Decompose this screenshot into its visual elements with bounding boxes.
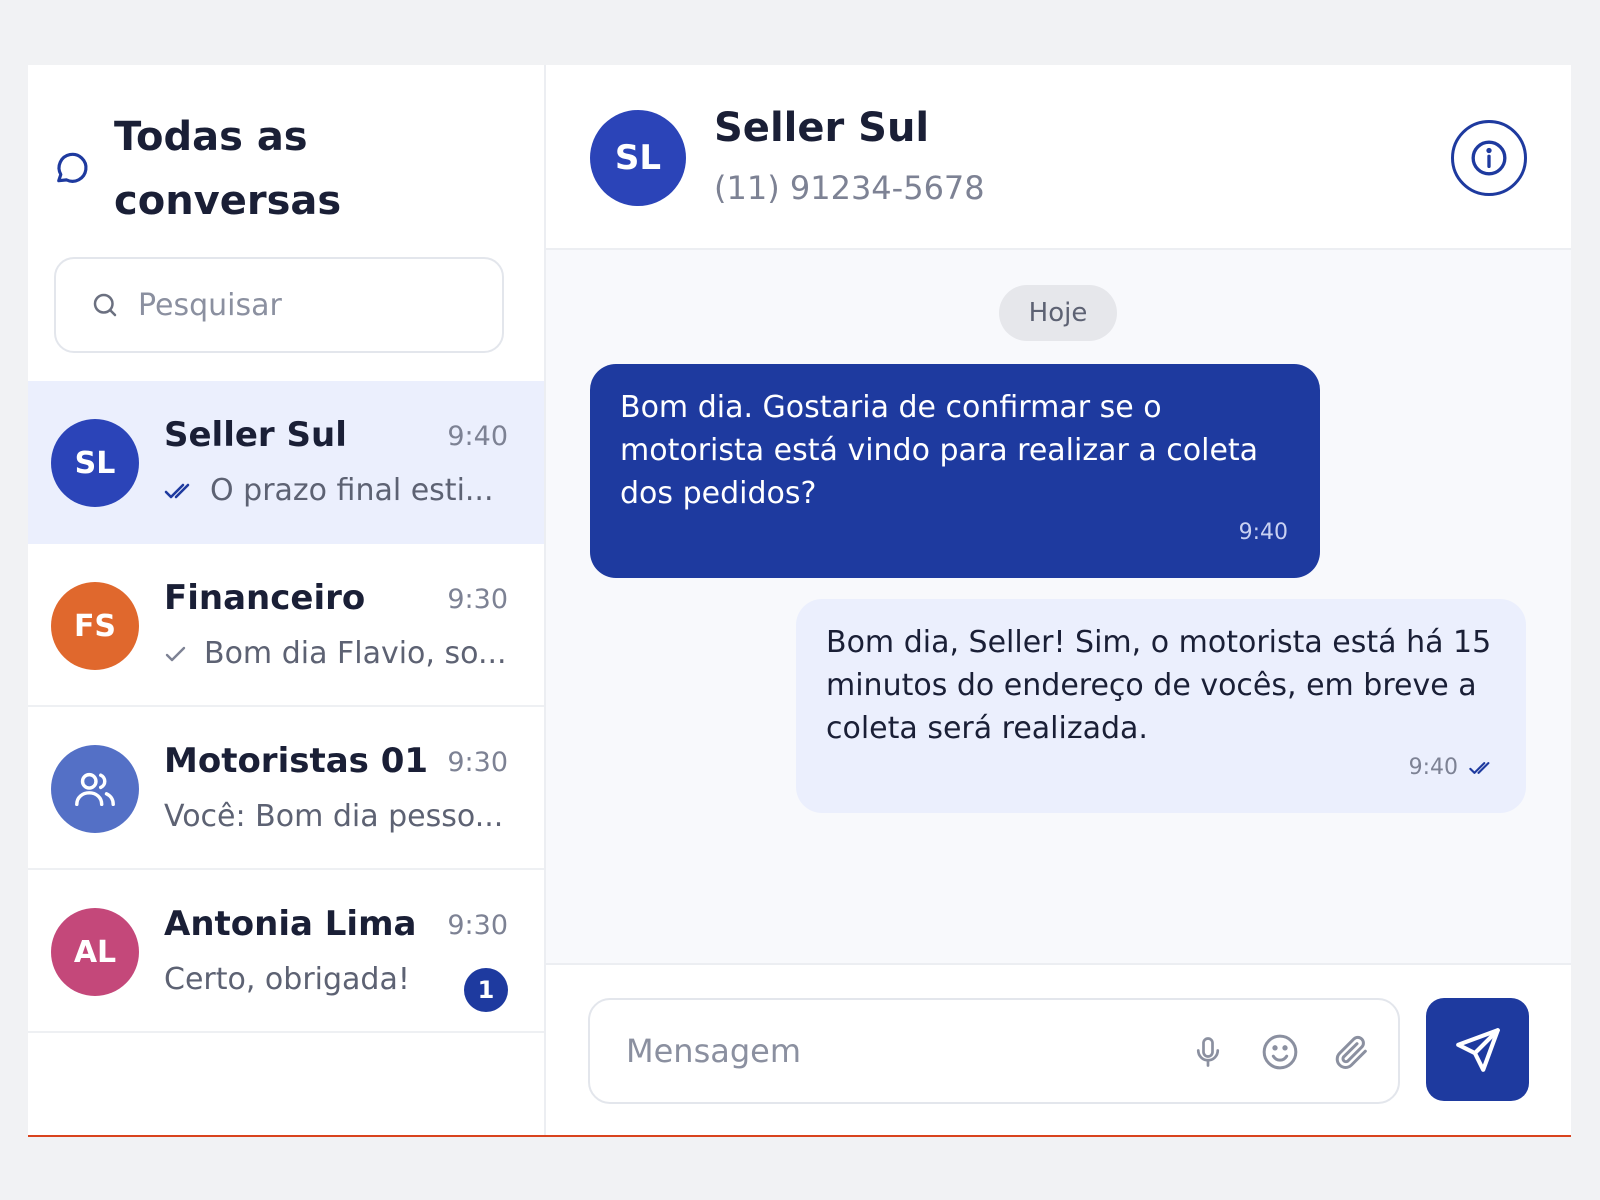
conversation-time: 9:30 (447, 910, 508, 941)
chat-app: Todas as conversas SL Seller Sul 9:40 O … (28, 65, 1571, 1137)
message-time-text: 9:40 (1238, 520, 1288, 545)
chat-bubble-icon (54, 149, 92, 187)
conversation-name: Antonia Lima (164, 904, 417, 944)
avatar: SL (51, 419, 139, 507)
conversation-item-motoristas[interactable]: Motoristas 01 9:30 Você: Bom dia pesso..… (28, 707, 544, 870)
chat-header: SL Seller Sul (11) 91234-5678 (546, 65, 1571, 250)
search-box[interactable] (54, 257, 504, 353)
message-composer (546, 963, 1571, 1135)
message-input-box[interactable] (588, 998, 1400, 1104)
emoji-icon[interactable] (1258, 1030, 1302, 1074)
conversation-preview: Bom dia Flavio, so... (164, 636, 507, 671)
avatar (51, 745, 139, 833)
conversation-item-financeiro[interactable]: FS Financeiro 9:30 Bom dia Flavio, so... (28, 544, 544, 707)
unread-badge: 1 (464, 968, 508, 1012)
avatar: FS (51, 582, 139, 670)
message-time: 9:40 (1409, 746, 1494, 789)
conversation-time: 9:30 (447, 584, 508, 615)
double-check-icon (164, 480, 194, 502)
sidebar-header: Todas as conversas (28, 65, 544, 235)
message-outgoing: Bom dia, Seller! Sim, o motorista está h… (796, 599, 1526, 813)
contact-avatar: SL (590, 110, 686, 206)
message-text: Bom dia. Gostaria de confirmar se o moto… (620, 390, 1259, 511)
conversation-preview: Certo, obrigada! (164, 962, 410, 997)
attachment-icon[interactable] (1330, 1030, 1374, 1074)
double-check-icon (1468, 759, 1494, 777)
conversation-preview: O prazo final esti... (164, 473, 494, 508)
conversation-sidebar: Todas as conversas SL Seller Sul 9:40 O … (28, 65, 546, 1135)
search-icon (90, 290, 138, 320)
conversation-name: Financeiro (164, 578, 366, 618)
conversation-list: SL Seller Sul 9:40 O prazo final esti...… (28, 381, 544, 1033)
message-text: Bom dia, Seller! Sim, o motorista está h… (826, 625, 1492, 746)
contact-info-button[interactable] (1451, 120, 1527, 196)
search-input[interactable] (138, 287, 478, 323)
contact-name: Seller Sul (714, 105, 930, 151)
conversation-preview-text: Certo, obrigada! (164, 962, 410, 997)
conversation-time: 9:40 (447, 421, 508, 452)
conversation-name: Motoristas 01 (164, 741, 429, 781)
day-separator: Hoje (999, 285, 1117, 341)
conversation-preview-text: Bom dia Flavio, so... (204, 636, 507, 671)
send-icon (1453, 1025, 1503, 1075)
message-incoming: Bom dia. Gostaria de confirmar se o moto… (590, 364, 1320, 578)
group-icon (72, 766, 118, 812)
conversation-time: 9:30 (447, 747, 508, 778)
microphone-icon[interactable] (1186, 1030, 1230, 1074)
conversation-preview: Você: Bom dia pesso... (164, 799, 503, 834)
sidebar-title: Todas as conversas (114, 114, 342, 224)
conversation-name: Seller Sul (164, 415, 347, 455)
message-time: 9:40 (1239, 511, 1288, 554)
contact-phone: (11) 91234-5678 (714, 169, 985, 207)
message-input[interactable] (626, 1032, 1146, 1070)
send-button[interactable] (1426, 998, 1529, 1101)
avatar: AL (51, 908, 139, 996)
conversation-preview-text: O prazo final esti... (210, 473, 494, 508)
info-icon (1469, 138, 1509, 178)
conversation-item-seller-sul[interactable]: SL Seller Sul 9:40 O prazo final esti... (28, 381, 544, 544)
conversation-item-antonia-lima[interactable]: AL Antonia Lima 9:30 Certo, obrigada! 1 (28, 870, 544, 1033)
chat-panel: SL Seller Sul (11) 91234-5678 Hoje Bom d… (546, 65, 1571, 1135)
check-icon (164, 643, 188, 665)
message-time-text: 9:40 (1408, 755, 1458, 780)
conversation-preview-text: Você: Bom dia pesso... (164, 799, 504, 834)
